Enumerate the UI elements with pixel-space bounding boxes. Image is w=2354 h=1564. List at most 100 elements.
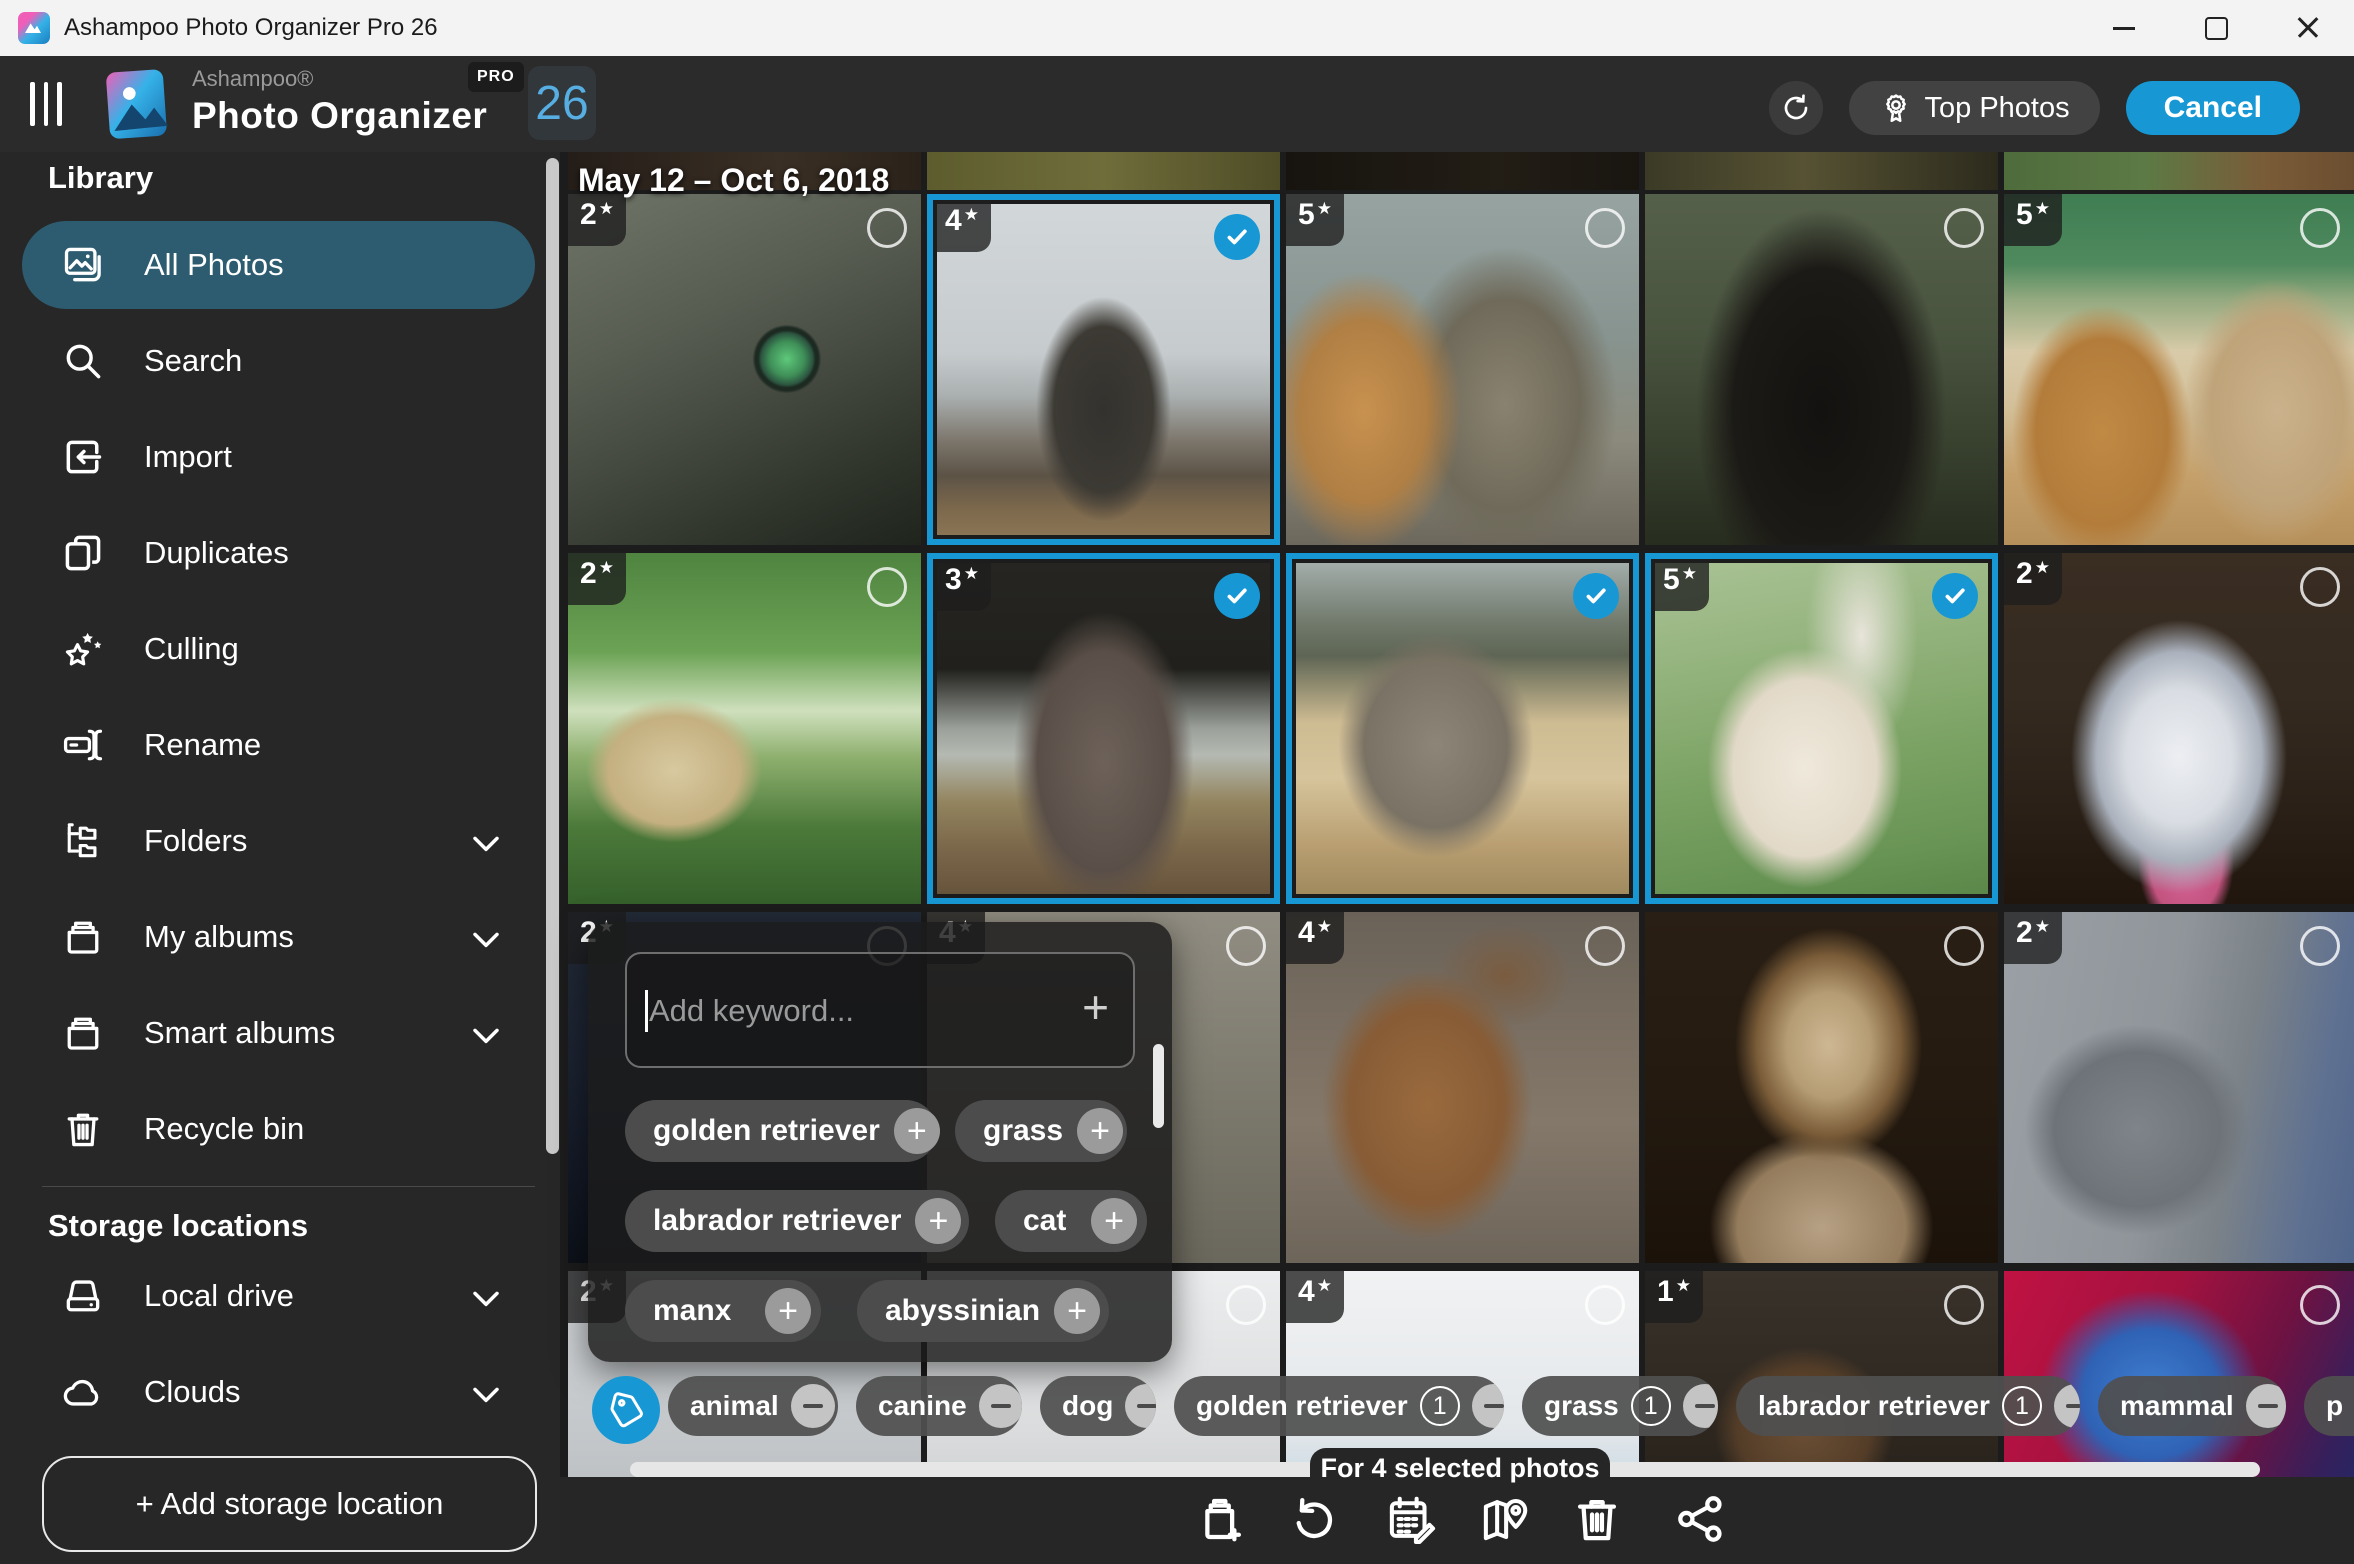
remove-keyword-button[interactable]: [1683, 1384, 1718, 1428]
keyword-panel-scrollbar[interactable]: [1153, 1044, 1164, 1128]
selection-checkbox-checked[interactable]: [1932, 573, 1978, 619]
photo-tile-dog-on-rock[interactable]: 4★: [927, 194, 1280, 545]
sidebar-item-rename[interactable]: Rename: [22, 701, 535, 789]
delete-button[interactable]: [1568, 1490, 1626, 1548]
titlebar: Ashampoo Photo Organizer Pro 26: [0, 0, 2354, 56]
photo-tile-cat-eye-closeup[interactable]: 2★: [568, 194, 921, 545]
menu-button[interactable]: [30, 82, 70, 126]
applied-keyword-mammal[interactable]: mammal: [2098, 1376, 2286, 1436]
photo-tile-dog-being-petted[interactable]: 4★: [1286, 912, 1639, 1263]
photo-tile-pitbull-on-leash[interactable]: 2★: [2004, 912, 2354, 1263]
selection-checkbox[interactable]: [867, 208, 907, 248]
add-storage-location-button[interactable]: + Add storage location: [42, 1456, 537, 1552]
applied-keyword-dog[interactable]: dog: [1040, 1376, 1156, 1436]
selection-checkbox[interactable]: [867, 567, 907, 607]
photo-tile-kitten-and-hand[interactable]: [1645, 912, 1998, 1263]
selection-checkbox[interactable]: [1226, 1285, 1266, 1325]
undo-button[interactable]: [1285, 1490, 1343, 1548]
keyword-suggestion-cat[interactable]: cat+: [995, 1190, 1147, 1252]
add-keyword-plus-icon[interactable]: +: [1077, 1108, 1123, 1154]
sidebar-item-recycle-bin[interactable]: Recycle bin: [22, 1085, 535, 1173]
applied-keyword-labrador-retriever[interactable]: labrador retriever1: [1736, 1376, 2080, 1436]
photo-tile-two-golden-dogs[interactable]: 5★: [2004, 194, 2354, 545]
remove-keyword-button[interactable]: [791, 1384, 835, 1428]
applied-keyword-golden-retriever[interactable]: golden retriever1: [1174, 1376, 1504, 1436]
keyword-suggestion-manx[interactable]: manx+: [625, 1280, 821, 1342]
chevron-down-icon[interactable]: [464, 1372, 504, 1412]
keyword-suggestion-labrador-retriever[interactable]: labrador retriever+: [625, 1190, 969, 1252]
photo-image: [1286, 152, 1639, 190]
chevron-down-icon[interactable]: [464, 917, 504, 957]
minimize-button[interactable]: [2078, 0, 2170, 56]
add-keyword-plus-icon[interactable]: +: [915, 1198, 961, 1244]
photo-tile-sliver-4[interactable]: [1645, 152, 1998, 190]
keyword-suggestion-abyssinian[interactable]: abyssinian+: [857, 1280, 1109, 1342]
add-keyword-button[interactable]: +: [1082, 980, 1109, 1034]
selection-checkbox[interactable]: [2300, 926, 2340, 966]
remove-keyword-button[interactable]: [2246, 1384, 2286, 1428]
photo-tile-duckling[interactable]: 2★: [568, 553, 921, 904]
keyword-suggestion-golden-retriever[interactable]: golden retriever+: [625, 1100, 937, 1162]
selection-checkbox-checked[interactable]: [1214, 573, 1260, 619]
add-keyword-plus-icon[interactable]: +: [765, 1288, 811, 1334]
selection-checkbox[interactable]: [1944, 926, 1984, 966]
selection-checkbox[interactable]: [1944, 208, 1984, 248]
cancel-button[interactable]: Cancel: [2126, 81, 2300, 135]
selection-checkbox[interactable]: [1585, 926, 1625, 966]
sidebar-item-duplicates[interactable]: Duplicates: [22, 509, 535, 597]
share-button[interactable]: [1672, 1490, 1730, 1548]
add-to-album-button[interactable]: [1193, 1490, 1251, 1548]
edit-date-button[interactable]: [1382, 1490, 1440, 1548]
sidebar-item-culling[interactable]: Culling: [22, 605, 535, 693]
remove-keyword-button[interactable]: [1472, 1384, 1504, 1428]
selection-checkbox[interactable]: [1226, 926, 1266, 966]
chevron-down-icon[interactable]: [464, 1276, 504, 1316]
selection-checkbox[interactable]: [1585, 208, 1625, 248]
sidebar-item-search[interactable]: Search: [22, 317, 535, 405]
chevron-down-icon[interactable]: [464, 821, 504, 861]
sidebar-item-smart-albums[interactable]: Smart albums: [22, 989, 535, 1077]
selection-checkbox[interactable]: [2300, 208, 2340, 248]
selection-checkbox-checked[interactable]: [1214, 214, 1260, 260]
remove-keyword-button[interactable]: [979, 1384, 1022, 1428]
keyword-input[interactable]: [647, 954, 1051, 1068]
chevron-down-icon: [464, 1276, 508, 1320]
tag-mode-button[interactable]: [592, 1376, 660, 1444]
selection-checkbox[interactable]: [1944, 1285, 1984, 1325]
photo-tile-white-dog-grass[interactable]: 5★: [1645, 553, 1998, 904]
applied-keyword-grass[interactable]: grass1: [1522, 1376, 1718, 1436]
sidebar-item-all-photos[interactable]: All Photos: [22, 221, 535, 309]
photo-tile-sliver-3[interactable]: [1286, 152, 1639, 190]
selection-checkbox-checked[interactable]: [1573, 573, 1619, 619]
add-keyword-plus-icon[interactable]: +: [1054, 1288, 1100, 1334]
photo-tile-two-cats[interactable]: 5★: [1286, 194, 1639, 545]
applied-keyword-animal[interactable]: animal: [668, 1376, 838, 1436]
sidebar-scrollbar[interactable]: [546, 158, 559, 1154]
add-keyword-plus-icon[interactable]: +: [894, 1108, 940, 1154]
sidebar-item-import[interactable]: Import: [22, 413, 535, 501]
sidebar-item-my-albums[interactable]: My albums: [22, 893, 535, 981]
chevron-down-icon[interactable]: [464, 1013, 504, 1053]
sidebar-item-folders[interactable]: Folders: [22, 797, 535, 885]
photo-tile-weimaraner-field[interactable]: [1286, 553, 1639, 904]
remove-keyword-button[interactable]: [1125, 1384, 1156, 1428]
keyword-suggestion-grass[interactable]: grass+: [955, 1100, 1127, 1162]
top-photos-button[interactable]: Top Photos: [1849, 81, 2100, 135]
refresh-button[interactable]: [1769, 81, 1823, 135]
maximize-button[interactable]: [2170, 0, 2262, 56]
photo-tile-sliver-2[interactable]: [927, 152, 1280, 190]
sidebar-item-clouds[interactable]: Clouds: [22, 1348, 535, 1436]
applied-keyword-canine[interactable]: canine: [856, 1376, 1022, 1436]
map-location-button[interactable]: [1476, 1490, 1534, 1548]
photo-tile-husky-face[interactable]: 2★: [2004, 553, 2354, 904]
sidebar-item-local-drive[interactable]: Local drive: [22, 1252, 535, 1340]
photo-tile-sliver-5[interactable]: [2004, 152, 2354, 190]
add-keyword-plus-icon[interactable]: +: [1091, 1198, 1137, 1244]
selection-checkbox[interactable]: [1585, 1285, 1625, 1325]
minus-icon: [1484, 1404, 1504, 1409]
photo-tile-doberman[interactable]: [1645, 194, 1998, 545]
photo-tile-weimaraner-lake[interactable]: 3★: [927, 553, 1280, 904]
selection-checkbox[interactable]: [2300, 1285, 2340, 1325]
selection-checkbox[interactable]: [2300, 567, 2340, 607]
close-button[interactable]: [2262, 0, 2354, 56]
